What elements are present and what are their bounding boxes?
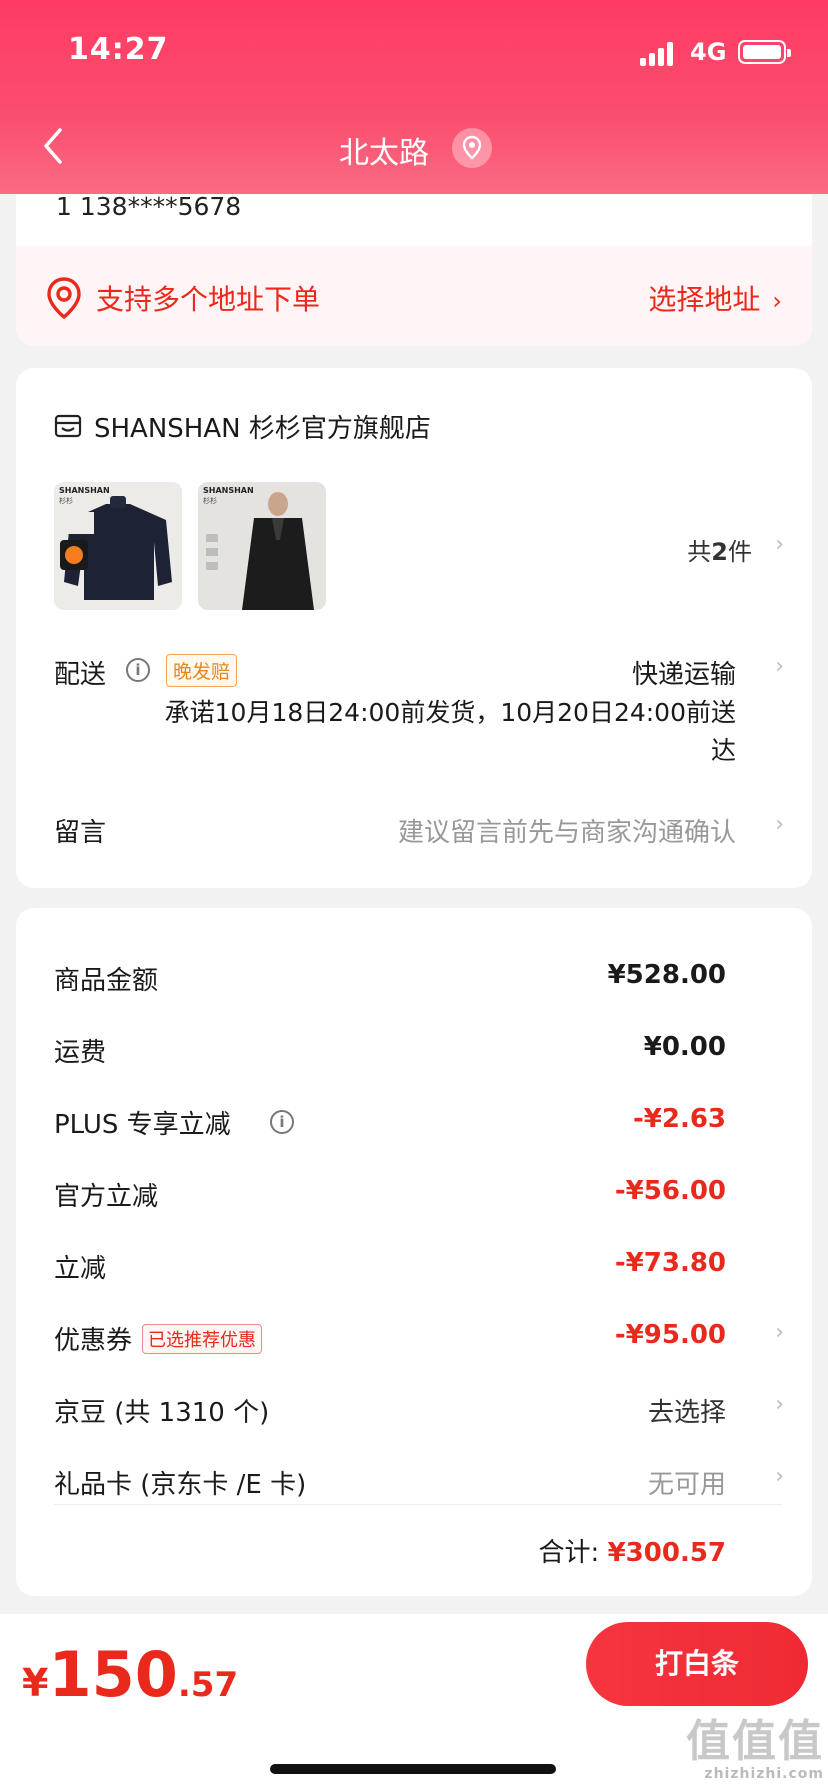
message-label: 留言 (54, 818, 107, 848)
watermark-text: 值值值 (686, 1716, 824, 1767)
page-title: 北太路 (339, 136, 429, 171)
row-label: 立减 (54, 1254, 107, 1284)
store-icon (54, 414, 82, 438)
pay-button[interactable]: 打白条 (586, 1622, 808, 1706)
home-indicator[interactable] (270, 1764, 556, 1774)
status-bar: 14:27 4G (0, 0, 828, 100)
store-name: SHANSHAN 杉杉官方旗舰店 (94, 413, 431, 444)
product-brand-cn: 杉杉 (59, 497, 73, 505)
row-label: 京豆 (共 1310 个) (54, 1398, 270, 1428)
row-value: 去选择 (647, 1398, 726, 1428)
late-compensation-badge: 晚发赔 (166, 654, 238, 687)
price-row-goods: 商品金额 ¥528.00 (54, 960, 736, 1000)
coupon-selected-badge: 已选推荐优惠 (142, 1323, 263, 1354)
product-brand-cn: 杉杉 (203, 497, 217, 505)
select-address-link[interactable]: 选择地址 › (648, 278, 782, 318)
price-row-plus: PLUS 专享立减 i -¥2.63 (54, 1104, 736, 1144)
product-brand: SHANSHAN (59, 486, 110, 495)
jacket-image (198, 482, 326, 610)
row-label: 运费 (54, 1038, 107, 1068)
multi-address-label: 支持多个地址下单 (96, 283, 321, 316)
count-value: 2 (711, 538, 728, 566)
chevron-right-icon: › (775, 654, 784, 679)
store-header[interactable]: SHANSHAN 杉杉官方旗舰店 (54, 406, 431, 446)
item-count[interactable]: 共2件 (687, 532, 752, 567)
map-pin-icon (47, 277, 81, 320)
price-row-giftcard[interactable]: 礼品卡 (京东卡 /E 卡) 无可用 (54, 1464, 736, 1504)
nav-bar: 北太路 (0, 110, 828, 186)
store-card: SHANSHAN 杉杉官方旗舰店 SHANSHAN 杉杉 SHANSHAN 杉杉… (16, 368, 812, 888)
row-label: 优惠券 已选推荐优惠 (54, 1320, 263, 1357)
delivery-method[interactable]: 快递运输 (632, 654, 736, 691)
location-icon[interactable] (452, 128, 492, 168)
amount-integer: 150 (48, 1638, 178, 1711)
battery-icon (738, 40, 791, 64)
price-row-jingdou[interactable]: 京豆 (共 1310 个) 去选择 (54, 1392, 736, 1432)
header-bar: 14:27 4G 北太路 (0, 0, 828, 194)
chevron-right-icon: › (775, 532, 784, 557)
pay-amount: ¥150.57 (22, 1638, 238, 1711)
price-row-shipping: 运费 ¥0.00 (54, 1032, 736, 1072)
row-value: ¥0.00 (643, 1032, 726, 1062)
watermark-logo: 值值值 zhizhizhi.com (676, 1718, 824, 1788)
row-value: -¥56.00 (614, 1176, 726, 1206)
divider (54, 1504, 782, 1505)
watermark-url: zhizhizhi.com (704, 1766, 824, 1782)
total-label: 合计: (538, 1538, 600, 1568)
price-summary-card: 商品金额 ¥528.00 运费 ¥0.00 PLUS 专享立减 i -¥2.63… (16, 908, 812, 1596)
total-value: ¥300.57 (607, 1538, 726, 1568)
row-label: 商品金额 (54, 966, 159, 996)
count-suffix: 件 (728, 538, 752, 566)
price-row-discount: 立减 -¥73.80 (54, 1248, 736, 1288)
count-prefix: 共 (687, 538, 712, 566)
message-input[interactable]: 建议留言前先与商家沟通确认 (398, 812, 736, 849)
checkout-bar: ¥150.57 打白条 值值值 zhizhizhi.com (0, 1614, 828, 1792)
info-icon[interactable]: i (126, 658, 150, 682)
product-thumbnail[interactable]: SHANSHAN 杉杉 (198, 482, 326, 610)
row-label: 官方立减 (54, 1182, 159, 1212)
info-icon[interactable]: i (270, 1110, 294, 1134)
network-type: 4G (690, 38, 727, 66)
chevron-right-icon: › (775, 1464, 784, 1489)
coupon-label: 优惠券 (54, 1326, 133, 1356)
row-value: -¥2.63 (632, 1104, 726, 1134)
amount-decimal: .57 (177, 1665, 239, 1705)
delivery-label: 配送 (54, 660, 107, 690)
signal-icon (640, 42, 674, 66)
select-address-label: 选择地址 (648, 283, 761, 316)
sweater-image (54, 482, 182, 610)
chevron-right-icon: › (775, 1320, 784, 1345)
row-value: -¥73.80 (614, 1248, 726, 1278)
delivery-promise: 承诺10月18日24:00前发货，10月20日24:00前送达 (164, 698, 736, 765)
row-value: ¥528.00 (607, 960, 726, 990)
address-phone: 1 138****5678 (56, 192, 242, 221)
chevron-right-icon: › (775, 1392, 784, 1417)
row-label: 礼品卡 (京东卡 /E 卡) (54, 1470, 307, 1500)
product-thumbnail[interactable]: SHANSHAN 杉杉 (54, 482, 182, 610)
price-row-official: 官方立减 -¥56.00 (54, 1176, 736, 1216)
product-brand: SHANSHAN (203, 486, 254, 495)
chevron-right-icon: › (775, 812, 784, 837)
status-time: 14:27 (68, 32, 169, 67)
row-label: PLUS 专享立减 (54, 1110, 231, 1140)
row-value: -¥95.00 (614, 1320, 726, 1350)
chevron-right-icon: › (772, 287, 782, 315)
total-row: 合计: ¥300.57 (539, 1532, 726, 1569)
row-value: 无可用 (647, 1470, 726, 1500)
multi-address-row[interactable]: 支持多个地址下单 选择地址 › (16, 246, 812, 346)
price-row-coupon[interactable]: 优惠券 已选推荐优惠 -¥95.00 (54, 1320, 736, 1360)
currency-symbol: ¥ (22, 1661, 49, 1705)
